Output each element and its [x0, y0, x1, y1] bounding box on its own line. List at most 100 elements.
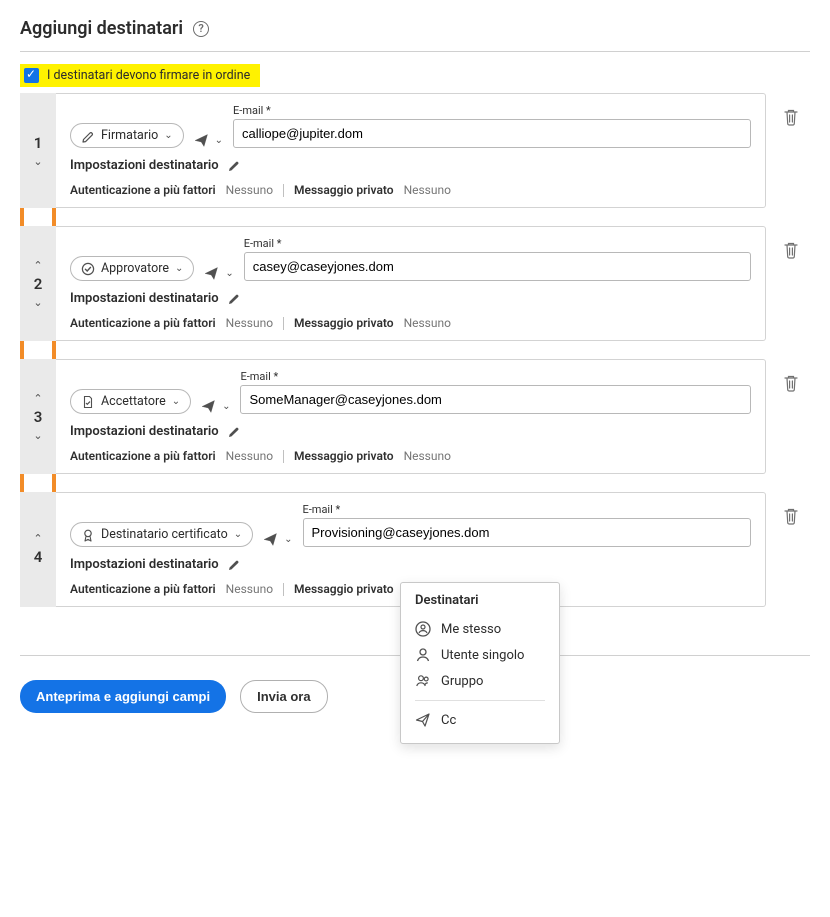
move-up-icon[interactable]: ⌃ — [33, 260, 42, 271]
auth-label: Autenticazione a più fattori — [70, 183, 216, 197]
recipient-settings-label: Impostazioni destinatario — [70, 424, 219, 439]
recipient-card: Firmatario ⌄ ⌄ E-mail * Impostazioni des… — [56, 93, 766, 208]
email-input[interactable] — [240, 385, 751, 414]
popup-item-myself[interactable]: Me stesso — [415, 616, 545, 642]
add-recipient-popup: Destinatari Me stesso Utente singolo Gru… — [400, 582, 560, 744]
move-down-icon[interactable]: ⌄ — [33, 297, 42, 308]
recipient-settings-label: Impostazioni destinatario — [70, 158, 219, 173]
role-label: Destinatario certificato — [101, 527, 228, 542]
recipient-card: Accettatore ⌄ ⌄ E-mail * Impostazioni de… — [56, 359, 766, 474]
meta-divider — [283, 450, 284, 463]
meta-divider — [283, 184, 284, 197]
move-up-icon[interactable]: ⌃ — [33, 393, 42, 404]
help-icon[interactable]: ? — [193, 21, 209, 37]
private-message-label: Messaggio privato — [294, 183, 394, 197]
role-dropdown[interactable]: Accettatore ⌄ — [70, 389, 191, 414]
auth-label: Autenticazione a più fattori — [70, 449, 216, 463]
trash-icon — [783, 374, 799, 392]
role-label: Accettatore — [101, 394, 166, 409]
chevron-down-icon[interactable]: ⌄ — [225, 268, 233, 279]
popup-item-cc[interactable]: Cc — [415, 707, 545, 733]
order-number: 1 — [34, 134, 43, 152]
edit-settings-button[interactable] — [227, 558, 241, 572]
order-number: 4 — [34, 548, 43, 566]
recipient-row: ⌃ 3 ⌄ Accettatore ⌄ ⌄ — [20, 359, 810, 474]
person-icon — [415, 647, 431, 663]
popup-item-single-user[interactable]: Utente singolo — [415, 642, 545, 668]
recipient-settings-label: Impostazioni destinatario — [70, 291, 219, 306]
order-cell: ⌃ 3 ⌄ — [20, 359, 56, 474]
recipient-settings-label: Impostazioni destinatario — [70, 557, 219, 572]
edit-settings-button[interactable] — [227, 292, 241, 306]
chevron-down-icon: ⌄ — [164, 130, 172, 141]
role-icon — [81, 129, 95, 143]
email-label: E-mail * — [244, 237, 751, 250]
popup-item-label: Cc — [441, 713, 456, 728]
chevron-down-icon[interactable]: ⌄ — [284, 534, 292, 545]
email-label: E-mail * — [233, 104, 751, 117]
chevron-down-icon: ⌄ — [172, 396, 180, 407]
move-down-icon[interactable]: ⌄ — [33, 156, 42, 167]
recipient-card: Approvatore ⌄ ⌄ E-mail * Impostazioni de… — [56, 226, 766, 341]
delete-recipient-button[interactable] — [783, 241, 799, 259]
group-icon — [415, 673, 431, 689]
trash-icon — [783, 108, 799, 126]
paper-plane-icon[interactable] — [204, 266, 219, 281]
chevron-down-icon[interactable]: ⌄ — [215, 135, 223, 146]
preview-add-fields-button[interactable]: Anteprima e aggiungi campi — [20, 680, 226, 713]
email-label: E-mail * — [240, 370, 751, 383]
move-up-icon[interactable]: ⌃ — [33, 533, 42, 544]
recipient-row: 1 ⌄ Firmatario ⌄ ⌄ E-ma — [20, 93, 810, 208]
delete-recipient-button[interactable] — [783, 374, 799, 392]
private-message-value: Nessuno — [404, 449, 451, 463]
delete-recipient-button[interactable] — [783, 507, 799, 525]
email-input[interactable] — [244, 252, 751, 281]
edit-settings-button[interactable] — [227, 425, 241, 439]
order-number: 2 — [34, 275, 43, 293]
edit-settings-button[interactable] — [227, 159, 241, 173]
auth-value: Nessuno — [226, 449, 273, 463]
pencil-icon — [227, 292, 241, 306]
pencil-icon — [227, 159, 241, 173]
popup-item-group[interactable]: Gruppo — [415, 668, 545, 694]
email-input[interactable] — [233, 119, 751, 148]
delete-recipient-button[interactable] — [783, 108, 799, 126]
paper-plane-icon[interactable] — [201, 399, 216, 414]
private-message-value: Nessuno — [404, 316, 451, 330]
email-label: E-mail * — [303, 503, 752, 516]
meta-divider — [283, 317, 284, 330]
auth-value: Nessuno — [226, 183, 273, 197]
move-down-icon[interactable]: ⌄ — [33, 430, 42, 441]
role-label: Firmatario — [101, 128, 158, 143]
auth-label: Autenticazione a più fattori — [70, 582, 216, 596]
order-number: 3 — [34, 408, 43, 426]
popup-item-label: Utente singolo — [441, 648, 524, 663]
chevron-down-icon: ⌄ — [234, 529, 242, 540]
sign-in-order-checkbox[interactable]: I destinatari devono firmare in ordine — [20, 64, 260, 87]
meta-divider — [283, 583, 284, 596]
email-input[interactable] — [303, 518, 752, 547]
role-dropdown[interactable]: Destinatario certificato ⌄ — [70, 522, 253, 547]
private-message-label: Messaggio privato — [294, 582, 394, 596]
chevron-down-icon: ⌄ — [175, 263, 183, 274]
role-icon — [81, 262, 95, 276]
role-dropdown[interactable]: Approvatore ⌄ — [70, 256, 194, 281]
role-label: Approvatore — [101, 261, 169, 276]
paper-plane-icon[interactable] — [263, 532, 278, 547]
pencil-icon — [227, 425, 241, 439]
trash-icon — [783, 507, 799, 525]
chevron-down-icon[interactable]: ⌄ — [222, 401, 230, 412]
paper-plane-outline-icon — [415, 712, 431, 728]
paper-plane-icon[interactable] — [194, 133, 209, 148]
sign-in-order-input[interactable] — [24, 68, 39, 83]
page-title: Aggiungi destinatari — [20, 18, 183, 39]
private-message-value: Nessuno — [404, 183, 451, 197]
role-dropdown[interactable]: Firmatario ⌄ — [70, 123, 184, 148]
auth-value: Nessuno — [226, 582, 273, 596]
trash-icon — [783, 241, 799, 259]
order-cell: ⌃ 2 ⌄ — [20, 226, 56, 341]
auth-label: Autenticazione a più fattori — [70, 316, 216, 330]
recipient-row: ⌃ 2 ⌄ Approvatore ⌄ ⌄ — [20, 226, 810, 341]
popup-title: Destinatari — [415, 593, 545, 608]
send-now-button[interactable]: Invia ora — [240, 680, 327, 713]
